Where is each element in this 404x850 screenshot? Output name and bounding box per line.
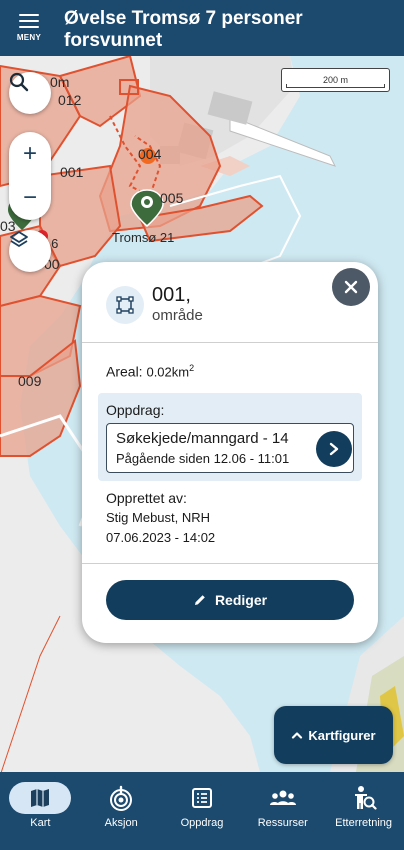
- nav-aksjon[interactable]: Aksjon: [81, 772, 162, 850]
- kartfigurer-button[interactable]: Kartfigurer: [274, 706, 393, 764]
- nav-etterretning[interactable]: Etterretning: [323, 772, 404, 850]
- edit-button-label: Rediger: [214, 592, 268, 608]
- map-area-label-001: 001: [60, 164, 84, 180]
- app-header: MENY Øvelse Tromsø 7 personer forsvunnet: [0, 0, 404, 56]
- open-oppdrag-button[interactable]: [316, 431, 352, 467]
- area-size: Areal: 0.02km2: [106, 363, 194, 380]
- created-at: 07.06.2023 - 14:02: [106, 530, 216, 545]
- zoom-in-button[interactable]: +: [9, 132, 51, 176]
- layers-icon: [10, 231, 28, 247]
- oppdrag-section: Oppdrag: Søkekjede/manngard - 14 Pågåend…: [98, 393, 362, 481]
- map-area-label-012: 012: [58, 92, 82, 108]
- divider: [82, 342, 378, 343]
- oppdrag-label: Oppdrag:: [106, 402, 165, 418]
- page-title: Øvelse Tromsø 7 personer forsvunnet: [64, 8, 303, 51]
- area-size-value: 0.02km: [146, 364, 190, 380]
- close-icon: [344, 280, 358, 294]
- target-icon: [90, 782, 152, 814]
- list-icon: [171, 782, 233, 814]
- divider: [82, 563, 378, 564]
- nav-ressurser[interactable]: Ressurser: [242, 772, 323, 850]
- kartfigurer-label: Kartfigurer: [308, 727, 376, 743]
- edit-button[interactable]: Rediger: [106, 580, 354, 620]
- map-icon: [9, 782, 72, 814]
- area-type: område: [152, 307, 203, 324]
- map-area-label-0m: 0m: [50, 74, 70, 90]
- oppdrag-card[interactable]: Søkekjede/manngard - 14 Pågående siden 1…: [106, 423, 354, 473]
- nav-label: Kart: [30, 817, 51, 829]
- area-size-exponent: 2: [189, 363, 195, 373]
- menu-label: MENY: [16, 33, 42, 42]
- group-icon: [252, 782, 314, 814]
- oppdrag-name: Søkekjede/manngard - 14: [116, 430, 289, 447]
- area-info-popup: 001, område Areal: 0.02km2 Oppdrag: Søke…: [82, 262, 378, 643]
- created-label: Opprettet av:: [106, 490, 187, 506]
- zoom-control: + −: [9, 132, 51, 220]
- search-icon: [9, 72, 29, 92]
- layers-button[interactable]: [9, 230, 51, 272]
- nav-label: Ressurser: [257, 817, 308, 829]
- oppdrag-status: Pågående siden 12.06 - 11:01: [116, 451, 290, 466]
- chevron-up-icon: [292, 732, 303, 739]
- area-title: 001,: [152, 284, 191, 306]
- nav-oppdrag[interactable]: Oppdrag: [162, 772, 243, 850]
- nav-label: Oppdrag: [180, 817, 224, 829]
- nav-label: Etterretning: [335, 817, 393, 829]
- map-area-label-009: 009: [18, 373, 42, 389]
- zoom-out-button[interactable]: −: [9, 176, 51, 220]
- map-area-label-004: 004: [138, 146, 162, 162]
- bottom-navigation: Kart Aksjon Oppdrag Ressurser Etterretni…: [0, 772, 404, 850]
- marker-label-tromso21: Tromsø 21: [112, 230, 175, 245]
- created-by: Stig Mebust, NRH: [106, 510, 211, 525]
- area-size-label: Areal:: [106, 363, 143, 380]
- close-button[interactable]: [332, 268, 370, 306]
- person-search-icon: [333, 782, 395, 814]
- nav-kart[interactable]: Kart: [0, 772, 81, 850]
- map-area-label-005: 005: [160, 190, 184, 206]
- hamburger-icon: [19, 14, 39, 28]
- menu-button[interactable]: MENY: [0, 0, 58, 56]
- chevron-right-icon: [329, 442, 339, 456]
- pencil-icon: [194, 595, 205, 605]
- map-scale-bar: 200 m: [281, 68, 390, 92]
- nav-label: Aksjon: [104, 817, 138, 829]
- search-button[interactable]: [9, 72, 51, 114]
- polygon-area-icon: [106, 286, 144, 324]
